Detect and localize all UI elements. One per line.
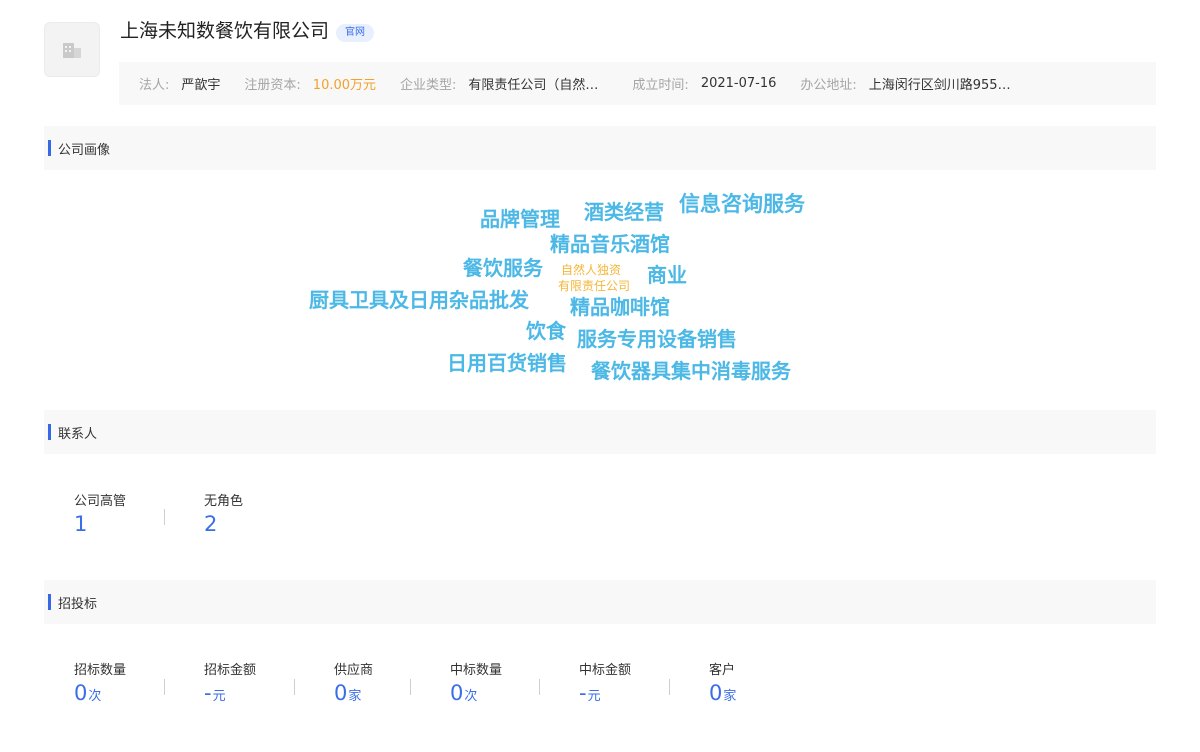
cloud-word[interactable]: 饮食 [526,321,566,341]
type-label: 企业类型: [400,78,457,93]
contacts-section-title: 联系人 [58,426,98,442]
founded-date: 成立时间: 2021-07-16 [632,74,776,93]
section-accent-bar [48,424,51,440]
cloud-word[interactable]: 酒类经营 [584,202,664,222]
company-logo [44,22,100,77]
stat-divider [164,509,165,525]
stat-executives[interactable]: 公司高管 1 [74,494,126,537]
stat-label: 招标金额 [204,663,257,678]
cloud-word[interactable]: 厨具卫具及日用杂品批发 [309,290,529,310]
legal-rep: 法人: 严歆宇 [139,74,220,93]
stat-number: 0 [709,681,723,705]
capital-label: 注册资本: [244,78,301,93]
stat-tender-amount[interactable]: 招标金额 -元 [204,663,256,710]
founded-label: 成立时间: [632,78,689,93]
company-name: 上海未知数餐饮有限公司 [120,20,330,42]
cloud-word[interactable]: 餐饮服务 [463,258,543,278]
profile-section-title: 公司画像 [58,142,111,158]
official-site-badge[interactable]: 官网 [336,24,375,42]
stat-label: 公司高管 [74,494,127,509]
stat-divider [294,679,295,695]
stat-divider [669,679,670,695]
stat-tender-count[interactable]: 招标数量 0次 [74,663,126,710]
capital-value: 10.00万元 [312,78,377,93]
stat-unit: 元 [587,689,601,704]
stat-suppliers[interactable]: 供应商 0家 [334,663,373,710]
contacts-section-header: 联系人 [44,410,1156,454]
cloud-word[interactable]: 信息咨询服务 [679,194,805,215]
stat-label: 中标金额 [579,663,632,678]
stat-win-count[interactable]: 中标数量 0次 [450,663,502,710]
stat-value: 2 [204,512,218,536]
company-title-row: 上海未知数餐饮有限公司 官网 [120,18,375,44]
cloud-word[interactable]: 有限责任公司 [558,280,630,292]
stat-divider [164,679,165,695]
legal-rep-value[interactable]: 严歆宇 [181,74,220,93]
stat-value: 0家 [334,680,373,710]
stat-number: 0 [334,681,348,705]
stat-number: 0 [450,681,464,705]
stat-unit: 家 [723,689,737,704]
stat-value: 0次 [74,680,126,710]
stat-value: 0次 [450,680,502,710]
stat-unit: 次 [88,689,102,704]
stat-divider [410,679,411,695]
stat-win-amount[interactable]: 中标金额 -元 [579,663,631,710]
cloud-word[interactable]: 精品咖啡馆 [570,297,670,317]
profile-section-header: 公司画像 [44,126,1156,170]
section-accent-bar [48,594,51,610]
cloud-word[interactable]: 自然人独资 [561,264,621,276]
cloud-word[interactable]: 餐饮器具集中消毒服务 [591,361,791,381]
address-value: 上海闵行区剑川路955… [868,78,1011,93]
stat-label: 供应商 [334,663,374,678]
office-address: 办公地址: 上海闵行区剑川路955… [800,74,1010,93]
address-label: 办公地址: [800,78,857,93]
registered-capital: 注册资本: 10.00万元 [244,74,376,93]
stat-number: - [579,681,587,705]
stat-value: -元 [204,680,256,710]
stat-no-role[interactable]: 无角色 2 [204,494,243,537]
cloud-word[interactable]: 精品音乐酒馆 [550,234,670,254]
stat-label: 招标数量 [74,663,127,678]
cloud-word[interactable]: 商业 [647,265,687,285]
bidding-section-title: 招投标 [58,596,98,612]
bidding-section-header: 招投标 [44,580,1156,624]
company-info-bar: 法人: 严歆宇 注册资本: 10.00万元 企业类型: 有限责任公司（自然… 成… [119,62,1156,105]
stat-unit: 元 [212,689,226,704]
legal-rep-label: 法人: [139,78,170,93]
cloud-word[interactable]: 日用百货销售 [447,353,567,373]
stat-customers[interactable]: 客户 0家 [709,663,736,710]
stat-number: - [204,681,212,705]
word-cloud: 信息咨询服务 酒类经营 品牌管理 精品音乐酒馆 餐饮服务 自然人独资 商业 有限… [0,0,1200,400]
stat-label: 无角色 [204,494,244,509]
stat-value: 0家 [709,680,736,710]
stat-number: 0 [74,681,88,705]
company-type: 企业类型: 有限责任公司（自然… [400,74,598,93]
stat-unit: 家 [348,689,362,704]
stat-label: 客户 [709,663,736,678]
cloud-word[interactable]: 服务专用设备销售 [577,329,737,349]
stat-unit: 次 [464,689,478,704]
building-icon [63,42,81,58]
type-value: 有限责任公司（自然… [468,78,599,93]
stat-divider [539,679,540,695]
stat-value: -元 [579,680,631,710]
stat-label: 中标数量 [450,663,503,678]
cloud-word[interactable]: 品牌管理 [480,209,560,229]
founded-value: 2021-07-16 [700,76,777,91]
stat-value: 1 [74,512,88,536]
section-accent-bar [48,140,51,156]
